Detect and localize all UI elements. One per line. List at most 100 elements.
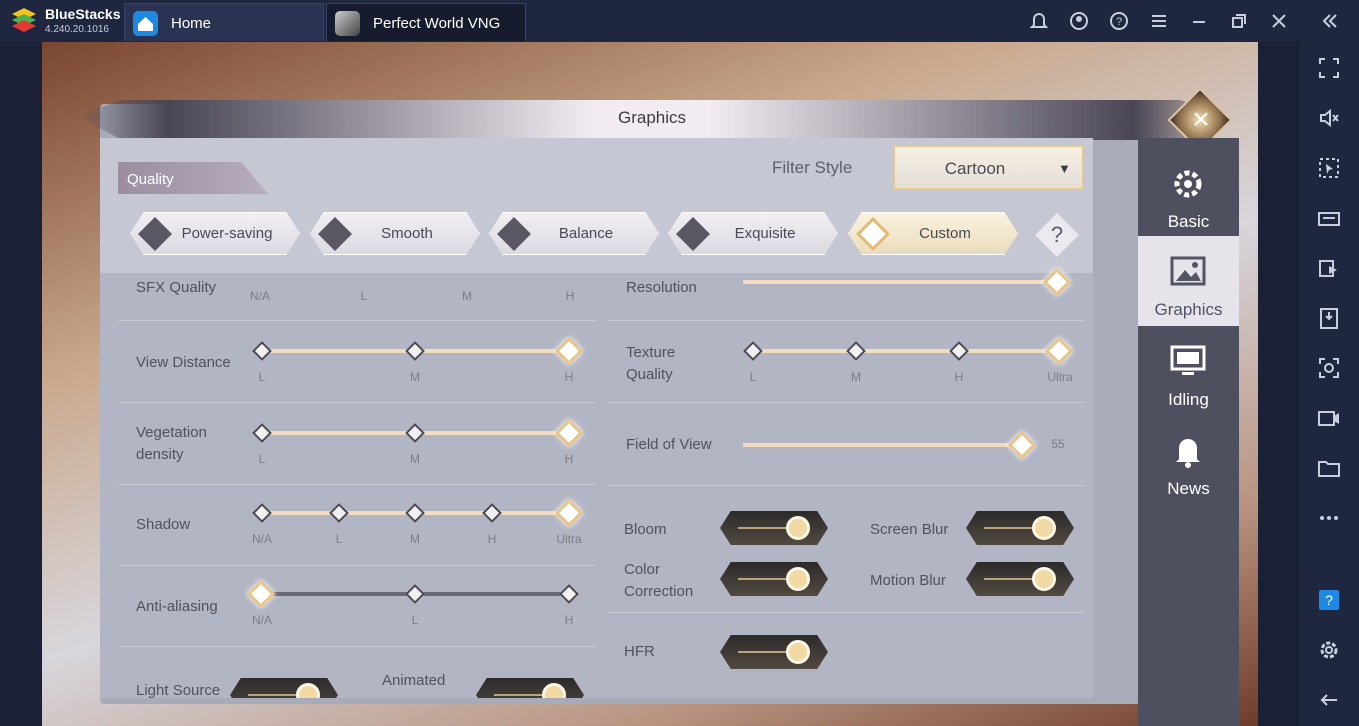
slider-node-selected[interactable] — [554, 336, 584, 366]
toggle-knob — [296, 683, 320, 698]
resolution-label: Resolution — [626, 279, 697, 296]
preset-custom[interactable]: Custom — [848, 212, 1018, 255]
back-icon[interactable] — [1316, 687, 1342, 713]
row-effects: Bloom Screen Blur Color Correction Motio… — [608, 487, 1085, 613]
fullscreen-icon[interactable] — [1316, 55, 1342, 81]
preset-label: Smooth — [381, 225, 433, 242]
tick-label: H — [565, 289, 575, 303]
screenshot-icon[interactable] — [1316, 355, 1342, 381]
restore-icon[interactable] — [1228, 10, 1250, 32]
filter-style-label: Filter Style — [772, 158, 853, 177]
preset-smooth[interactable]: Smooth — [310, 212, 480, 255]
close-x-icon: × — [1192, 103, 1210, 136]
tick-label: M — [410, 452, 420, 466]
bloom-label: Bloom — [624, 521, 667, 538]
toggle-track — [738, 651, 788, 653]
slider-node-selected[interactable] — [554, 498, 584, 528]
row-field-of-view: Field of View 55 — [608, 404, 1085, 486]
record-icon[interactable] — [1316, 405, 1342, 431]
preset-exquisite[interactable]: Exquisite — [668, 212, 838, 255]
row-anti-aliasing: Anti-aliasing N/A L H — [118, 567, 596, 647]
filter-style-value: Cartoon — [944, 159, 1006, 178]
fov-slider-track[interactable] — [743, 443, 1023, 447]
tab-home-label: Home — [171, 15, 212, 32]
view-distance-label: View Distance — [136, 354, 231, 371]
folder-icon[interactable] — [1316, 455, 1342, 481]
slider-node[interactable] — [743, 341, 763, 361]
animated-toggle[interactable] — [476, 678, 584, 698]
settings-icon[interactable] — [1316, 637, 1342, 663]
tab-idling[interactable]: Idling — [1138, 326, 1239, 416]
help-icon[interactable]: ? — [1316, 587, 1342, 613]
slider-node[interactable] — [405, 423, 425, 443]
slider-node[interactable] — [252, 503, 272, 523]
tab-idling-label: Idling — [1168, 390, 1209, 409]
slider-node-selected[interactable] — [1007, 430, 1037, 460]
color-correction-toggle[interactable] — [720, 562, 828, 596]
bloom-toggle[interactable] — [720, 511, 828, 545]
vegetation-density-label: Vegetation density — [136, 424, 207, 463]
right-toolbar — [1299, 42, 1359, 726]
slider-node[interactable] — [559, 584, 579, 604]
light-source-toggle[interactable] — [230, 678, 338, 698]
help-icon[interactable]: ? — [1108, 10, 1130, 32]
slider-node[interactable] — [405, 584, 425, 604]
slider-node[interactable] — [252, 423, 272, 443]
filter-style-dropdown[interactable]: Cartoon ▼ — [893, 145, 1084, 190]
preset-label: Balance — [558, 225, 614, 242]
slider-node[interactable] — [405, 503, 425, 523]
pointer-icon[interactable] — [1316, 155, 1342, 181]
slider-node-selected[interactable] — [1042, 267, 1072, 297]
app-version: 4.240.20.1016 — [45, 24, 109, 35]
volume-mute-icon[interactable] — [1316, 105, 1342, 131]
preset-balance[interactable]: Balance — [489, 212, 659, 255]
slider-node[interactable] — [482, 503, 502, 523]
tick-label: H — [564, 613, 574, 627]
shadow-label: Shadow — [136, 516, 191, 533]
apk-install-icon[interactable] — [1316, 305, 1342, 331]
preset-power-saving[interactable]: Power-saving — [130, 212, 300, 255]
tab-basic-label: Basic — [1167, 212, 1210, 231]
gear-icon — [1168, 166, 1208, 202]
slider-node[interactable] — [405, 341, 425, 361]
motion-blur-toggle[interactable] — [966, 562, 1074, 596]
light-source-label: Light Source — [136, 682, 221, 698]
tick-label: M — [462, 289, 472, 303]
tab-news[interactable]: News — [1138, 415, 1239, 505]
tick-label: N/A — [251, 613, 272, 627]
more-icon[interactable] — [1316, 505, 1342, 531]
minimize-icon[interactable] — [1188, 10, 1210, 32]
screen-blur-toggle[interactable] — [966, 511, 1074, 545]
hfr-toggle[interactable] — [720, 635, 828, 669]
menu-icon[interactable] — [1148, 10, 1170, 32]
toggle-knob — [542, 683, 566, 698]
tab-perfect-world[interactable]: Perfect World VNG — [326, 3, 526, 41]
tab-graphics[interactable]: Graphics — [1138, 236, 1239, 326]
slider-node-selected[interactable] — [1044, 336, 1074, 366]
tab-graphics-label: Graphics — [1154, 300, 1223, 319]
panel-title: Graphics — [617, 108, 687, 127]
bell-icon — [1168, 433, 1208, 469]
resolution-slider-track[interactable] — [743, 280, 1058, 284]
tab-basic[interactable]: Basic — [1138, 148, 1239, 238]
keyboard-icon[interactable] — [1316, 205, 1342, 231]
texture-slider-track[interactable] — [752, 349, 1060, 353]
slider-node[interactable] — [949, 341, 969, 361]
slider-node[interactable] — [329, 503, 349, 523]
account-icon[interactable] — [1068, 10, 1090, 32]
slider-node-selected[interactable] — [554, 418, 584, 448]
tick-label: Ultra — [1047, 370, 1073, 384]
multi-instance-icon[interactable] — [1316, 255, 1342, 281]
bell-icon[interactable] — [1028, 10, 1050, 32]
close-icon[interactable] — [1268, 10, 1290, 32]
slider-node-selected[interactable] — [246, 579, 276, 609]
collapse-icon[interactable] — [1318, 10, 1340, 32]
chevron-down-icon: ▼ — [1058, 161, 1071, 176]
slider-node[interactable] — [252, 341, 272, 361]
slider-node[interactable] — [846, 341, 866, 361]
toggle-knob — [786, 640, 810, 664]
sfx-quality-label: SFX Quality — [136, 279, 217, 296]
tick-label: L — [258, 370, 266, 384]
tick-label: L — [360, 289, 368, 303]
tab-home[interactable]: Home — [124, 3, 324, 41]
